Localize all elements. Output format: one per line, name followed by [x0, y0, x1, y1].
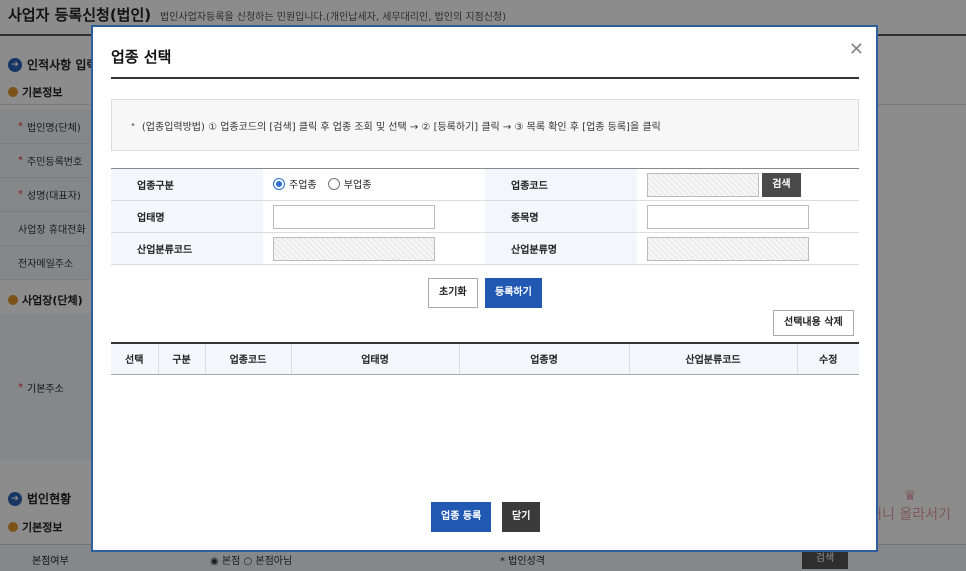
search-button[interactable]: 검색 [762, 172, 801, 197]
modal-title: 업종 선택 [111, 48, 172, 66]
industry-class-name-input [647, 236, 809, 261]
column-header: 업태명 [291, 343, 460, 375]
industry-form: 업종구분 주업종 부업종 업종코드 검색 업태명 종목명 산업분류코드 산업분류… [111, 168, 859, 265]
reset-button[interactable]: 초기화 [428, 278, 478, 308]
radio-checked-icon [273, 177, 285, 190]
column-header: 산업분류코드 [629, 343, 798, 375]
item-name-input[interactable] [647, 204, 809, 229]
radio-unchecked-icon [327, 177, 340, 190]
field-label: 업종코드 [485, 168, 637, 201]
radio-sub-industry[interactable]: 부업종 [327, 176, 371, 191]
field-label: 업태명 [111, 200, 263, 233]
field-label: 산업분류코드 [111, 232, 263, 265]
guide-box: • (업종입력방법) ① 업종코드의 [검색] 클릭 후 업종 조회 및 선택 … [111, 99, 859, 151]
business-type-input[interactable] [273, 204, 435, 229]
submit-industry-button[interactable]: 업종 등록 [431, 502, 492, 532]
column-header: 구분 [158, 343, 206, 375]
industry-list-table: 선택 구분 업종코드 업태명 업종명 산업분류코드 수정 [111, 342, 859, 375]
bullet-icon: • [130, 119, 136, 131]
column-header: 선택 [111, 343, 159, 375]
radio-main-industry[interactable]: 주업종 [273, 176, 317, 191]
column-header: 업종코드 [205, 343, 292, 375]
field-label: 산업분류명 [485, 232, 637, 265]
field-label: 업종구분 [111, 168, 263, 201]
column-header: 수정 [797, 343, 859, 375]
guide-text: (업종입력방법) ① 업종코드의 [검색] 클릭 후 업종 조회 및 선택 → … [141, 121, 661, 133]
column-header: 업종명 [459, 343, 630, 375]
register-button[interactable]: 등록하기 [485, 278, 542, 308]
industry-class-code-input [273, 236, 435, 261]
divider [111, 77, 859, 79]
field-label: 종목명 [485, 200, 637, 233]
delete-selected-button[interactable]: 선택내용 삭제 [773, 310, 854, 336]
close-icon[interactable]: ✕ [849, 39, 864, 60]
industry-code-input[interactable] [647, 172, 759, 197]
industry-select-modal: 업종 선택 ✕ • (업종입력방법) ① 업종코드의 [검색] 클릭 후 업종 … [91, 25, 878, 552]
close-button[interactable]: 닫기 [502, 502, 541, 532]
